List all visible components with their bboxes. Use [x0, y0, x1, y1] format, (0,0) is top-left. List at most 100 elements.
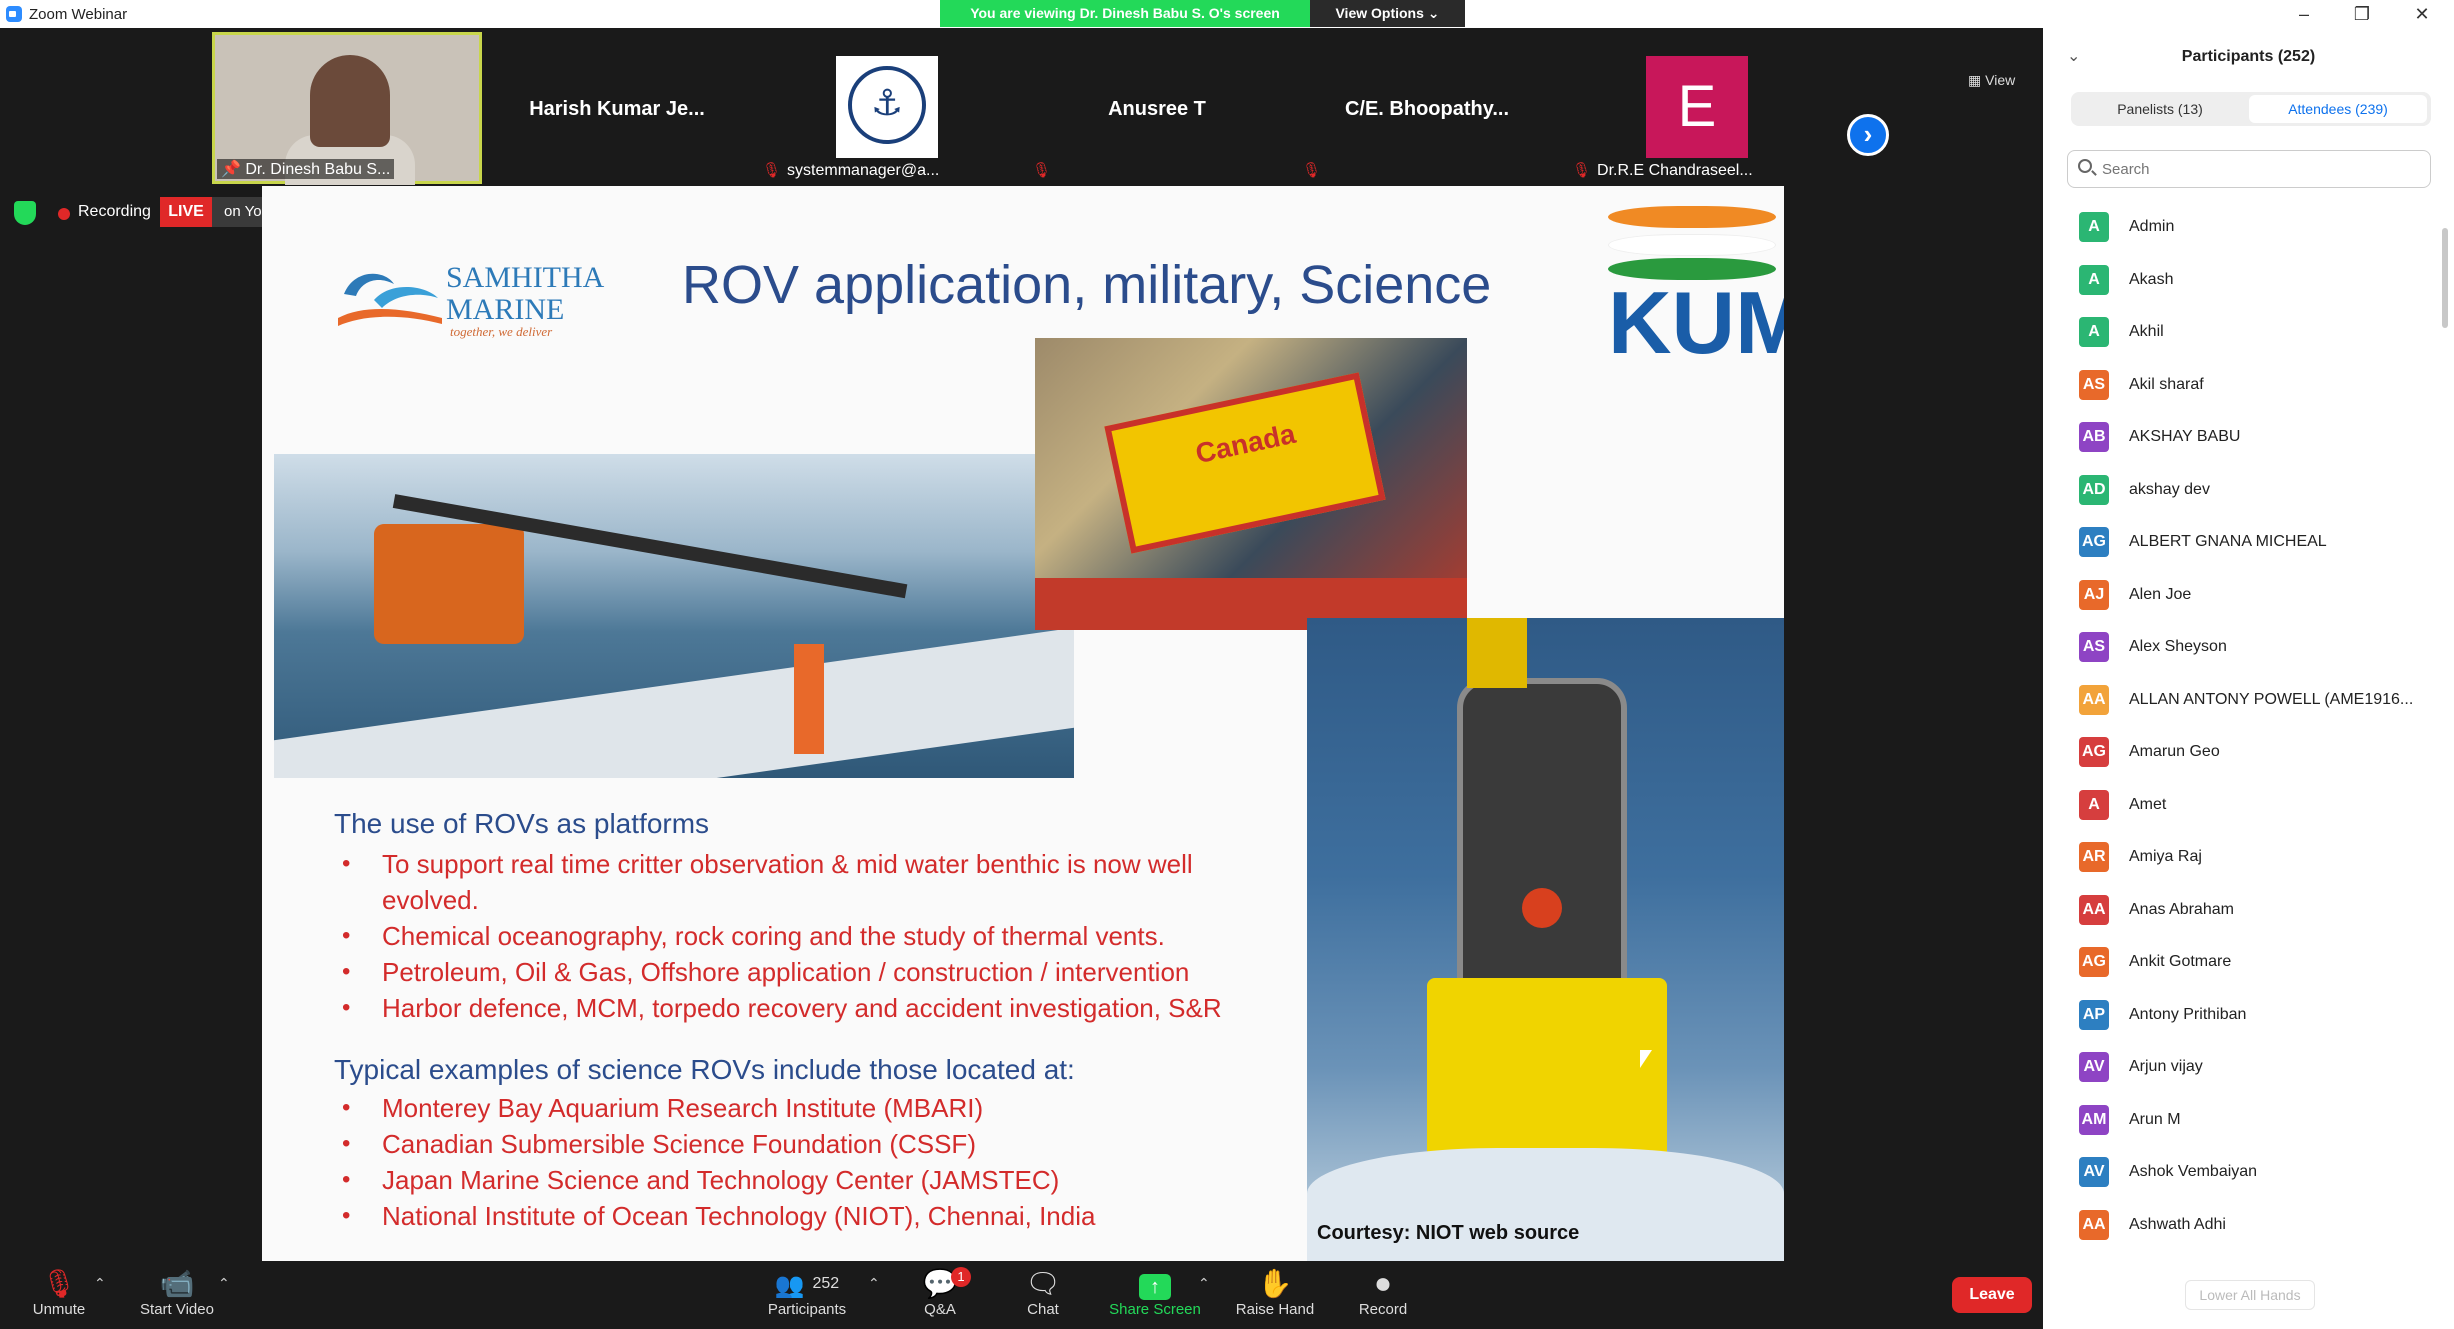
participants-button[interactable]: 👥 252 Participants [752, 1267, 862, 1318]
participant-row[interactable]: A Akhil [2043, 305, 2437, 357]
caret-up-icon[interactable]: ⌃ [218, 1275, 230, 1292]
section-heading: Typical examples of science ROVs include… [334, 1054, 1075, 1085]
participant-name: Antony Prithiban [2129, 1005, 2247, 1023]
participant-row[interactable]: AM Arun M [2043, 1093, 2437, 1145]
meeting-toolbar: 🎙 Unmute ⌃ 📹 Start Video ⌃ 👥 252 Partici… [0, 1261, 2043, 1329]
maximize-icon[interactable]: ❐ [2342, 3, 2382, 25]
zoom-app-icon [6, 6, 22, 22]
kum-logo: KUM [1608, 200, 1784, 368]
participant-row[interactable]: AA Ashwath Adhi [2043, 1198, 2437, 1250]
list-item: Monterey Bay Aquarium Research Institute… [334, 1090, 1294, 1126]
record-label: Record [1358, 1301, 1408, 1318]
share-screen-label: Share Screen [1109, 1301, 1201, 1318]
muted-mic-icon: 🎙 [1572, 162, 1592, 179]
qa-label: Q&A [924, 1301, 956, 1318]
recording-dot-icon [58, 208, 70, 220]
list-item: Petroleum, Oil & Gas, Offshore applicati… [334, 954, 1294, 990]
participant-row[interactable]: AJ Alen Joe [2043, 568, 2437, 620]
caret-up-icon[interactable]: ⌃ [868, 1275, 880, 1292]
leave-button[interactable]: Leave [1952, 1277, 2032, 1313]
canada-rov-photo: Canada [1035, 338, 1467, 630]
participant-row[interactable]: AG Ankit Gotmare [2043, 935, 2437, 987]
participant-name: Amet [2129, 795, 2167, 813]
video-tile[interactable]: Anusree T 🎙 [1022, 32, 1292, 184]
participant-name: AKSHAY BABU [2129, 428, 2241, 445]
participant-name: ALBERT GNANA MICHEAL [2129, 533, 2327, 550]
participant-row[interactable]: A Akash [2043, 253, 2437, 305]
slide-title: ROV application, military, Science [682, 255, 1492, 315]
qa-badge: 1 [951, 1267, 971, 1287]
tile-name: Dr. Dinesh Babu S... [245, 161, 391, 178]
start-video-button[interactable]: 📹 Start Video [122, 1267, 232, 1318]
participant-name: Akhil [2129, 323, 2164, 340]
avatar: AD [2079, 474, 2109, 505]
video-tile[interactable]: E 🎙 Dr.R.E Chandraseel... [1562, 32, 1832, 184]
participant-row[interactable]: AS Alex Sheyson [2043, 620, 2437, 672]
view-button[interactable]: ▦ View [1968, 72, 2015, 89]
chat-button[interactable]: 🗨 Chat [988, 1267, 1098, 1318]
participant-row[interactable]: AA Anas Abraham [2043, 883, 2437, 935]
participant-row[interactable]: AB AKSHAY BABU [2043, 410, 2437, 462]
participant-row[interactable]: A Amet [2043, 778, 2437, 830]
anchor-logo-icon [848, 66, 926, 144]
niot-rov-photo [1307, 618, 1784, 1261]
view-label: View [1985, 72, 2016, 88]
avatar: A [2079, 789, 2109, 820]
caret-up-icon[interactable]: ⌃ [1198, 1275, 1210, 1292]
tab-panelists[interactable]: Panelists (13) [2074, 95, 2246, 123]
participant-row[interactable]: AV Arjun vijay [2043, 1040, 2437, 1092]
panel-tabs: Panelists (13) Attendees (239) [2071, 92, 2431, 126]
shared-screen: SAMHITHA MARINE together, we deliver ROV … [262, 186, 1784, 1261]
search-input[interactable] [2102, 157, 2422, 181]
record-icon: ⏺ [1375, 1268, 1390, 1299]
lower-all-hands-button[interactable]: Lower All Hands [2185, 1280, 2315, 1310]
viewing-banner: You are viewing Dr. Dinesh Babu S. O's s… [940, 0, 1310, 27]
participant-row[interactable]: AR Amiya Raj [2043, 830, 2437, 882]
chevron-down-icon: ⌄ [1427, 5, 1440, 21]
raise-hand-button[interactable]: ✋ Raise Hand [1220, 1267, 1330, 1318]
pin-icon: 📌 [221, 161, 241, 178]
next-page-arrow-icon[interactable]: › [1847, 114, 1889, 156]
view-options-button[interactable]: View Options ⌄ [1310, 0, 1465, 27]
minimize-icon[interactable]: – [2284, 3, 2324, 25]
video-tile[interactable]: 🎙 systemmanager@a... [752, 32, 1022, 184]
participant-name: Alen Joe [2129, 585, 2192, 603]
video-tile-active-speaker[interactable]: 📌 Dr. Dinesh Babu S... [212, 32, 482, 185]
participant-name: Amarun Geo [2129, 743, 2220, 760]
scrollbar[interactable] [2442, 228, 2448, 328]
participant-row[interactable]: AS Akil sharaf [2043, 358, 2437, 410]
video-tile[interactable]: Harish Kumar Je... [482, 32, 752, 184]
avatar: AA [2079, 1209, 2109, 1240]
participant-row[interactable]: AP Antony Prithiban [2043, 988, 2437, 1040]
caret-up-icon[interactable]: ⌃ [94, 1275, 106, 1292]
participant-row[interactable]: AG ALBERT GNANA MICHEAL [2043, 515, 2437, 567]
close-icon[interactable]: ✕ [2402, 3, 2442, 25]
qa-button[interactable]: 💬 1 Q&A [885, 1267, 995, 1318]
record-button[interactable]: ⏺ Record [1328, 1267, 1438, 1318]
live-badge[interactable]: LIVE [160, 197, 212, 227]
avatar: A [2079, 264, 2109, 295]
participant-row[interactable]: AD akshay dev [2043, 463, 2437, 515]
participant-row[interactable]: AV Ashok Vembaiyan [2043, 1145, 2437, 1197]
participant-row[interactable]: A Admin [2043, 200, 2437, 252]
avatar: AG [2079, 737, 2109, 767]
participant-row[interactable]: AG Amarun Geo [2043, 725, 2437, 777]
video-tile[interactable]: C/E. Bhoopathy... 🎙 [1292, 32, 1562, 184]
avatar: AS [2079, 369, 2109, 400]
avatar: AS [2079, 632, 2109, 662]
shield-icon[interactable] [14, 201, 36, 225]
grid-icon: ▦ [1968, 72, 1982, 88]
participant-name: Amiya Raj [2129, 848, 2202, 865]
tab-attendees[interactable]: Attendees (239) [2249, 95, 2427, 123]
bullet-list: To support real time critter observation… [334, 846, 1294, 1026]
share-screen-button[interactable]: ↑ Share Screen [1100, 1267, 1210, 1318]
recording-label[interactable]: Recording [78, 203, 151, 221]
video-off-icon: 📹 [159, 1268, 195, 1299]
participant-name: Arjun vijay [2129, 1058, 2203, 1075]
participant-list: A Admin A Akash A Akhil AS Akil sharaf AB AKSHAY … [2043, 200, 2437, 1280]
avatar: AV [2079, 1157, 2109, 1187]
participant-row[interactable]: AA ALLAN ANTONY POWELL (AME1916... [2043, 673, 2437, 725]
samhitha-marine-logo: SAMHITHA MARINE together, we deliver [334, 254, 614, 344]
video-strip: 📌 Dr. Dinesh Babu S... 🎙 Harish Kumar Je… [0, 28, 2043, 186]
avatar: AM [2079, 1104, 2109, 1135]
